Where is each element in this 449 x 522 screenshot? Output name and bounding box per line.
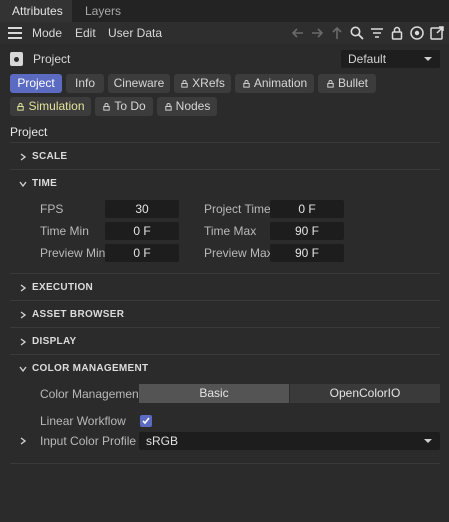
chevron-right-icon <box>20 311 27 319</box>
lock-small-icon <box>181 80 188 88</box>
menu-mode[interactable]: Mode <box>32 22 62 44</box>
linear-workflow-checkbox[interactable] <box>140 415 152 427</box>
divider <box>10 300 440 301</box>
tab-project-label: Project <box>17 76 55 90</box>
menu-user-data[interactable]: User Data <box>108 22 162 44</box>
group-display-label: DISPLAY <box>32 336 77 347</box>
chevron-down-icon <box>424 57 432 61</box>
tab-xrefs[interactable]: XRefs <box>174 74 231 93</box>
divider <box>10 463 440 464</box>
chevron-right-icon <box>20 338 27 346</box>
tab-layers[interactable]: Layers <box>73 0 133 22</box>
chevron-right-icon <box>20 153 27 161</box>
tab-cineware[interactable]: Cineware <box>108 74 170 93</box>
tab-nodes[interactable]: Nodes <box>157 97 217 116</box>
forward-arrow-icon[interactable] <box>309 25 325 41</box>
linear-workflow-label: Linear Workflow <box>40 414 126 428</box>
tab-simulation[interactable]: Simulation <box>10 97 91 116</box>
preview-max-field[interactable]: 90 F <box>270 244 344 262</box>
time-max-field[interactable]: 90 F <box>270 222 344 240</box>
lock-icon[interactable] <box>389 25 405 41</box>
divider <box>10 273 440 274</box>
chevron-down-icon <box>19 181 27 188</box>
tab-animation[interactable]: Animation <box>235 74 314 93</box>
divider <box>10 142 440 143</box>
tab-project[interactable]: Project <box>10 74 62 93</box>
preset-value: Default <box>348 52 387 66</box>
group-asset-browser[interactable]: ASSET BROWSER <box>18 305 218 325</box>
input-color-profile-value: sRGB <box>146 434 179 448</box>
tab-info[interactable]: Info <box>66 74 104 93</box>
fps-field[interactable]: 30 <box>105 200 179 218</box>
group-time[interactable]: TIME <box>18 174 218 194</box>
search-icon[interactable] <box>349 25 365 41</box>
project-icon <box>10 52 23 66</box>
divider <box>10 354 440 355</box>
tab-bullet[interactable]: Bullet <box>318 74 376 93</box>
preview-min-field[interactable]: 0 F <box>105 244 179 262</box>
color-management-label: Color Management <box>40 387 143 401</box>
chevron-down-icon <box>424 439 432 443</box>
preset-dropdown[interactable]: Default <box>341 50 440 68</box>
input-color-profile-label: Input Color Profile <box>40 434 137 448</box>
tab-xrefs-label: XRefs <box>192 76 225 90</box>
tab-nodes-label: Nodes <box>175 99 211 113</box>
group-time-label: TIME <box>32 178 58 189</box>
color-mode-ocio-button[interactable]: OpenColorIO <box>290 384 440 403</box>
checkmark-icon <box>142 417 150 425</box>
group-display[interactable]: DISPLAY <box>18 332 218 352</box>
group-color-management-label: COLOR MANAGEMENT <box>32 363 149 374</box>
lock-small-icon <box>164 103 172 111</box>
back-arrow-icon[interactable] <box>290 25 306 41</box>
time-min-label: Time Min <box>40 224 89 238</box>
tab-info-label: Info <box>74 76 95 90</box>
tab-cineware-label: Cineware <box>113 76 165 90</box>
divider <box>10 327 440 328</box>
filter-icon[interactable] <box>369 25 385 41</box>
tab-to-do-label: To Do <box>114 99 146 113</box>
tab-to-do[interactable]: To Do <box>95 97 153 116</box>
lock-small-icon <box>327 80 334 88</box>
time-min-field[interactable]: 0 F <box>105 222 179 240</box>
fps-label: FPS <box>40 202 64 216</box>
group-scale[interactable]: SCALE <box>18 147 218 167</box>
project-time-field[interactable]: 0 F <box>270 200 344 218</box>
group-execution-label: EXECUTION <box>32 282 94 293</box>
target-icon[interactable] <box>409 25 425 41</box>
new-window-icon[interactable] <box>429 25 445 41</box>
lock-small-icon <box>243 80 250 88</box>
up-arrow-icon[interactable] <box>329 25 345 41</box>
tab-animation-label: Animation <box>253 76 308 90</box>
chevron-right-icon[interactable] <box>18 436 28 446</box>
project-time-label: Project Time <box>204 202 271 216</box>
object-label: Project <box>33 52 71 66</box>
group-scale-label: SCALE <box>32 151 68 162</box>
menubar: Mode Edit User Data <box>0 22 449 44</box>
lock-small-icon <box>17 103 25 111</box>
group-asset-browser-label: ASSET BROWSER <box>32 309 125 320</box>
divider <box>10 169 440 170</box>
preview-max-label: Preview Max <box>204 246 273 260</box>
lock-small-icon <box>103 103 111 111</box>
preview-min-label: Preview Min <box>40 246 106 260</box>
tab-attributes[interactable]: Attributes <box>0 0 72 22</box>
hamburger-menu-icon[interactable] <box>8 27 22 39</box>
panel-tabs: Attributes Layers <box>0 0 449 22</box>
menu-edit[interactable]: Edit <box>75 22 96 44</box>
group-color-management[interactable]: COLOR MANAGEMENT <box>18 359 218 379</box>
tab-bullet-label: Bullet <box>337 76 369 90</box>
chevron-down-icon <box>19 366 27 373</box>
time-max-label: Time Max <box>204 224 257 238</box>
tab-simulation-label: Simulation <box>28 99 85 113</box>
group-execution[interactable]: EXECUTION <box>18 278 218 298</box>
input-color-profile-dropdown[interactable]: sRGB <box>139 432 440 450</box>
section-title: Project <box>10 125 48 139</box>
chevron-right-icon <box>20 284 27 292</box>
color-mode-basic-button[interactable]: Basic <box>139 384 289 403</box>
